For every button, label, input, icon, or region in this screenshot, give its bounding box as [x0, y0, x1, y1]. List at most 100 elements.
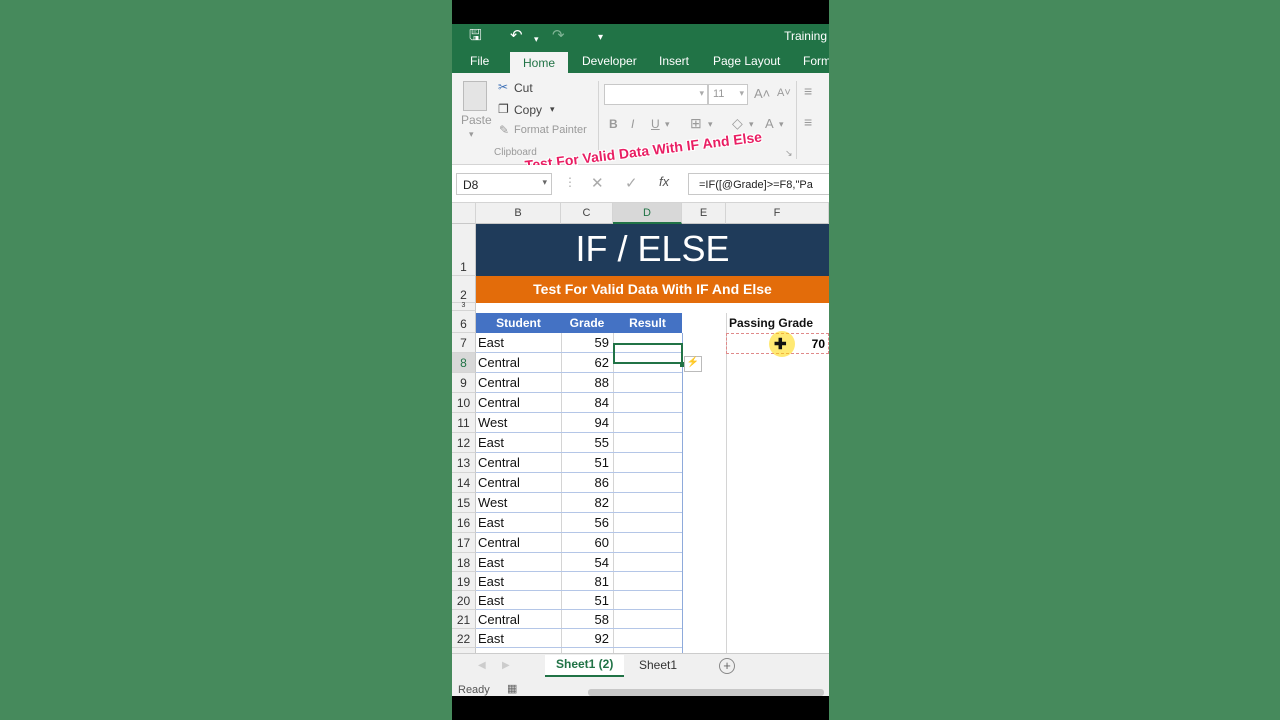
table-cell-grade[interactable]: 56 — [561, 513, 613, 533]
table-cell-student[interactable]: East — [476, 333, 561, 353]
cancel-icon[interactable]: ✕ — [591, 174, 604, 192]
copy-dropdown-icon[interactable]: ▾ — [550, 104, 555, 115]
table-cell-grade[interactable]: 51 — [561, 591, 613, 610]
table-cell-result[interactable] — [613, 629, 682, 648]
table-header-result[interactable]: Result — [613, 313, 682, 333]
sheet-tab-active[interactable]: Sheet1 (2) — [545, 655, 625, 677]
table-cell-student[interactable]: Central — [476, 610, 561, 629]
row-header[interactable]: 16 — [452, 513, 476, 533]
column-header-c[interactable]: C — [561, 203, 613, 224]
column-header-f[interactable]: F — [726, 203, 829, 224]
insert-function-icon[interactable]: fx — [659, 174, 669, 189]
table-cell-result[interactable] — [613, 513, 682, 533]
chevron-down-icon[interactable]: ▾ — [739, 88, 744, 99]
horizontal-scrollbar[interactable] — [588, 689, 824, 696]
table-cell-result[interactable] — [613, 553, 682, 572]
undo-icon[interactable]: ↶ — [510, 27, 523, 45]
table-cell-result[interactable] — [613, 453, 682, 473]
column-header-b[interactable]: B — [476, 203, 561, 224]
table-cell-result[interactable] — [613, 533, 682, 553]
table-cell-grade[interactable]: 59 — [561, 333, 613, 353]
borders-icon[interactable]: ⊞ — [690, 115, 702, 132]
row-header[interactable]: 14 — [452, 473, 476, 493]
spreadsheet-grid[interactable]: B C D E F 1 2 3 6 7 8 9 10 11 12 13 14 1… — [452, 203, 829, 653]
table-cell-student[interactable]: Central — [476, 353, 561, 373]
table-cell-student[interactable]: Central — [476, 533, 561, 553]
underline-dropdown-icon[interactable]: ▾ — [665, 119, 670, 130]
bold-button[interactable]: B — [609, 117, 618, 131]
redo-icon[interactable]: ↷ — [552, 27, 565, 45]
table-cell-grade[interactable]: 62 — [561, 353, 613, 373]
fill-dropdown-icon[interactable]: ▾ — [749, 119, 754, 130]
row-header[interactable]: 22 — [452, 629, 476, 648]
enter-icon[interactable]: ✓ — [625, 174, 638, 192]
table-cell-student[interactable]: East — [476, 513, 561, 533]
table-cell-grade[interactable]: 55 — [561, 433, 613, 453]
row-header[interactable]: 2 — [452, 276, 476, 303]
more-options-icon[interactable]: ⋮ — [564, 175, 576, 189]
table-header-grade[interactable]: Grade — [561, 313, 613, 333]
table-cell-grade[interactable]: 92 — [561, 629, 613, 648]
scroll-right-icon[interactable]: ▶ — [502, 660, 510, 671]
align-left-icon[interactable]: ≡ — [804, 114, 812, 130]
table-cell-grade[interactable]: 58 — [561, 610, 613, 629]
fill-color-icon[interactable]: ◇ — [732, 115, 743, 132]
row-header[interactable]: 13 — [452, 453, 476, 473]
paste-button[interactable]: Paste — [461, 113, 492, 127]
font-color-icon[interactable]: A — [765, 116, 774, 131]
table-cell-result[interactable] — [613, 610, 682, 629]
table-cell-student[interactable]: East — [476, 553, 561, 572]
tab-insert[interactable]: Insert — [659, 53, 689, 70]
table-cell-result[interactable] — [613, 493, 682, 513]
row-header[interactable]: 19 — [452, 572, 476, 591]
scroll-left-icon[interactable]: ◀ — [478, 660, 486, 671]
column-header-d[interactable]: D — [613, 203, 682, 224]
row-header[interactable]: 20 — [452, 591, 476, 610]
table-cell-grade[interactable]: 82 — [561, 493, 613, 513]
row-header[interactable]: 9 — [452, 373, 476, 393]
table-cell-student[interactable]: Central — [476, 453, 561, 473]
row-header[interactable]: 10 — [452, 393, 476, 413]
tab-formulas[interactable]: Form — [803, 53, 829, 70]
underline-button[interactable]: U — [651, 117, 660, 131]
tab-developer[interactable]: Developer — [582, 53, 637, 70]
autocorrect-options-icon[interactable]: ⚡ — [684, 356, 702, 372]
table-cell-grade[interactable]: 60 — [561, 533, 613, 553]
table-cell-grade[interactable]: 51 — [561, 453, 613, 473]
row-header[interactable]: 12 — [452, 433, 476, 453]
name-box[interactable]: D8 ▾ — [456, 173, 552, 195]
chevron-down-icon[interactable]: ▾ — [699, 88, 704, 99]
font-color-dropdown-icon[interactable]: ▾ — [779, 119, 784, 130]
table-cell-result[interactable] — [613, 413, 682, 433]
table-cell-student[interactable]: West — [476, 413, 561, 433]
table-cell-student[interactable]: East — [476, 433, 561, 453]
tab-home[interactable]: Home — [510, 52, 569, 73]
table-cell-grade[interactable]: 84 — [561, 393, 613, 413]
column-header-e[interactable]: E — [682, 203, 726, 224]
table-cell-result[interactable] — [613, 373, 682, 393]
font-name-input[interactable]: ▾ — [604, 84, 708, 105]
chevron-down-icon[interactable]: ▾ — [534, 30, 539, 48]
chevron-down-icon[interactable]: ▾ — [542, 177, 547, 188]
font-size-input[interactable]: 11 ▾ — [708, 84, 748, 105]
table-cell-result[interactable] — [613, 591, 682, 610]
table-cell-student[interactable]: Central — [476, 373, 561, 393]
table-cell-grade[interactable]: 94 — [561, 413, 613, 433]
italic-button[interactable]: I — [631, 117, 634, 131]
table-header-student[interactable]: Student — [476, 313, 561, 333]
selected-cell-d8[interactable] — [613, 343, 683, 364]
sheet-tab[interactable]: Sheet1 — [639, 658, 677, 672]
row-header[interactable]: 7 — [452, 333, 476, 353]
row-header[interactable]: 3 — [452, 302, 476, 311]
macro-record-icon[interactable]: ▦ — [507, 682, 517, 695]
table-cell-grade[interactable]: 54 — [561, 553, 613, 572]
table-cell-grade[interactable]: 81 — [561, 572, 613, 591]
row-header[interactable]: 15 — [452, 493, 476, 513]
tab-page-layout[interactable]: Page Layout — [713, 53, 780, 70]
add-sheet-icon[interactable]: + — [719, 658, 735, 674]
copy-button[interactable]: Copy — [514, 103, 542, 117]
table-cell-student[interactable]: East — [476, 629, 561, 648]
row-header[interactable]: 18 — [452, 553, 476, 572]
table-cell-result[interactable] — [613, 393, 682, 413]
decrease-font-icon[interactable]: A˅ — [777, 87, 791, 99]
